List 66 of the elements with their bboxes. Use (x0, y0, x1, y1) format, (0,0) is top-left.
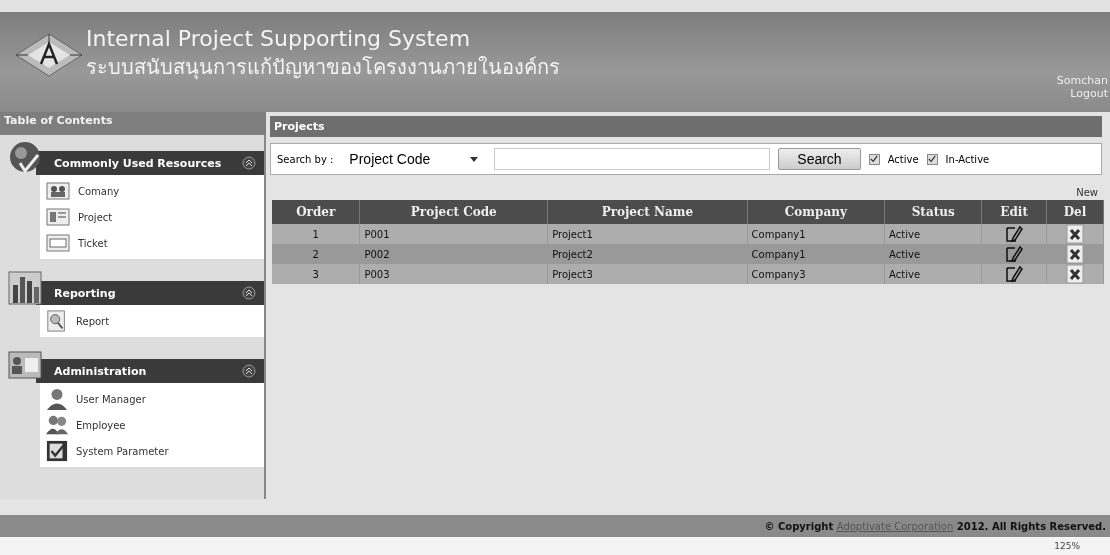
app-subtitle: ระบบสนับสนุนการแก้ปัญหาของโครงงานภายในองค์กร (86, 54, 560, 82)
section-header[interactable]: Administration (36, 359, 264, 383)
sidebar-item[interactable]: System Parameter (76, 445, 169, 457)
sidebar-title: Table of Contents (0, 112, 266, 135)
person-icon (46, 388, 68, 410)
table-cell: P003 (359, 264, 548, 284)
sidebar-item[interactable]: Comany (78, 185, 120, 197)
new-link[interactable]: New (1076, 187, 1098, 198)
checkbox-label: Active (887, 153, 919, 165)
sidebar-item[interactable]: Ticket (78, 237, 108, 249)
sidebar-item[interactable]: User Manager (76, 393, 146, 405)
column-header: Edit (981, 200, 1047, 224)
table-cell: 2 (272, 244, 360, 264)
dropdown-caret-icon (470, 156, 479, 162)
sidebar-item[interactable]: Employee (76, 419, 126, 431)
zoom-level[interactable]: 125% (1054, 541, 1080, 551)
app-title: Internal Project Supporting System (86, 26, 472, 52)
ticket-icon (46, 234, 70, 252)
collapse-icon[interactable] (242, 286, 256, 300)
table-cell: Active (884, 224, 982, 244)
search-button[interactable]: Search (778, 148, 861, 170)
sidebar-item[interactable]: Report (76, 315, 110, 327)
table-cell: Company1 (747, 244, 885, 264)
table-cell: Project2 (547, 244, 748, 264)
table-cell: Active (884, 244, 982, 264)
checkmark-form-icon (46, 440, 68, 462)
column-header: Status (884, 200, 982, 224)
column-header: Del (1046, 200, 1104, 224)
search-label: Search by : (277, 153, 334, 165)
people-icon (46, 182, 70, 200)
diamond-logo-icon (14, 32, 84, 78)
section-header[interactable]: Commonly Used Resources (36, 151, 264, 175)
table-cell: Project3 (547, 264, 748, 284)
checkbox[interactable] (926, 153, 938, 165)
edit-icon[interactable] (1005, 225, 1024, 243)
checkbox-label: In-Active (945, 153, 990, 165)
collapse-icon[interactable] (242, 364, 256, 378)
column-header: Project Code (359, 200, 548, 224)
globe-check-icon (8, 141, 42, 175)
delete-icon[interactable] (1065, 224, 1084, 244)
search-by-dropdown[interactable]: Project Code (341, 150, 487, 168)
table-cell: Active (884, 264, 982, 284)
table-cell: 3 (272, 264, 360, 284)
table-cell: Project1 (547, 224, 748, 244)
edit-icon[interactable] (1005, 245, 1024, 263)
edit-icon[interactable] (1005, 265, 1024, 283)
panel-title: Projects (274, 120, 325, 133)
bar-chart-icon (8, 271, 42, 305)
user-name: Somchan (1056, 74, 1108, 87)
table-cell: 1 (272, 224, 360, 244)
search-field[interactable] (494, 148, 771, 170)
two-people-icon (46, 414, 68, 436)
column-header: Company (747, 200, 885, 224)
column-header: Project Name (547, 200, 748, 224)
column-header: Order (272, 200, 360, 224)
checkbox[interactable] (868, 153, 880, 165)
document-icon (46, 208, 70, 226)
magnifier-document-icon (46, 310, 68, 332)
delete-icon[interactable] (1065, 244, 1084, 264)
sidebar-item[interactable]: Project (78, 211, 113, 223)
collapse-icon[interactable] (242, 156, 256, 170)
table-cell: P001 (359, 224, 548, 244)
delete-icon[interactable] (1065, 264, 1084, 284)
table-cell: Company1 (747, 224, 885, 244)
table-cell: Company3 (747, 264, 885, 284)
table-cell: P002 (359, 244, 548, 264)
